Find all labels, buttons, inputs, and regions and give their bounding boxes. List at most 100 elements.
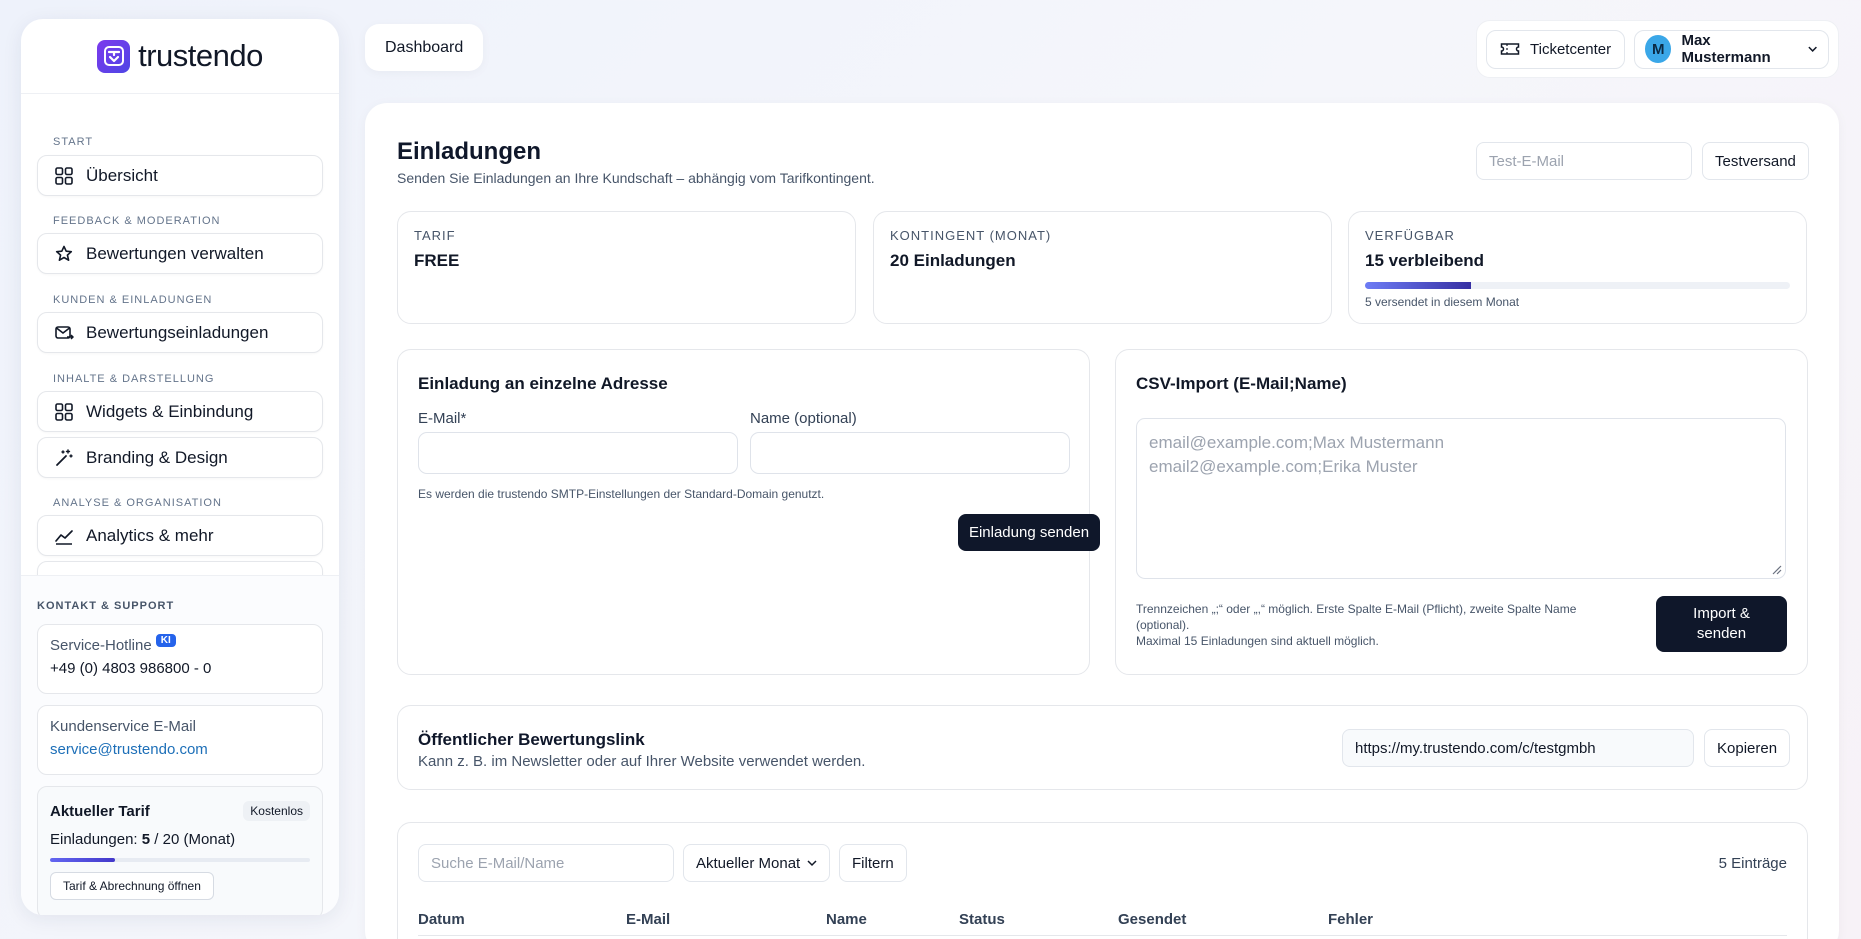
chevron-down-icon	[1808, 46, 1817, 52]
page-title: Einladungen	[397, 138, 541, 165]
email-card: Kundenservice E-Mail service@trustendo.c…	[37, 705, 323, 775]
user-name: Max Mustermann	[1681, 32, 1771, 66]
ki-badge: KI	[155, 634, 176, 647]
hotline-label: Service-Hotline	[50, 637, 152, 654]
entries-count: 5 Einträge	[1718, 855, 1787, 872]
sidebar-item-widgets[interactable]: Widgets & Einbindung	[37, 391, 323, 432]
stat-verfuegbar: Verfügbar 15 verbleibend 5 versendet in …	[1348, 211, 1807, 324]
stat-tarif: Tarif FREE	[397, 211, 856, 324]
column-header-name[interactable]: Name	[826, 911, 867, 928]
hotline-card: Service-Hotline KI +49 (0) 4803 986800 -…	[37, 624, 323, 694]
contact-support: Kontakt & Support Service-Hotline KI +49…	[21, 575, 339, 915]
sidebar-item-analytics[interactable]: Analytics & mehr	[37, 515, 323, 556]
column-header-datum[interactable]: Datum	[418, 911, 465, 928]
contact-title: Kontakt & Support	[37, 600, 175, 612]
ticketcenter-button[interactable]: Ticketcenter	[1486, 29, 1626, 69]
csv-import-title: CSV-Import (E-Mail;Name)	[1136, 374, 1347, 393]
sidebar-item-branding[interactable]: Branding & Design	[37, 437, 323, 478]
chevron-down-icon	[807, 859, 817, 866]
search-input[interactable]: Suche E-Mail/Name	[418, 844, 674, 882]
nav-section-title: Start	[53, 136, 94, 148]
chart-line-icon	[55, 529, 73, 545]
nav-section-title: Analyse & Organisation	[53, 497, 222, 509]
single-invite-card: Einladung an einzelne Adresse E-Mail* Na…	[397, 349, 1100, 675]
sidebar-item-label: Bewertungen verwalten	[86, 243, 264, 263]
test-send-button[interactable]: Testversand	[1702, 142, 1809, 180]
page-subtitle: Senden Sie Einladungen an Ihre Kundschaf…	[397, 170, 875, 186]
name-field[interactable]	[750, 432, 1070, 474]
public-link-card: Öffentlicher Bewertungslink Kann z. B. i…	[397, 705, 1808, 790]
public-link-title: Öffentlicher Bewertungslink	[418, 730, 645, 749]
support-email-link[interactable]: service@trustendo.com	[50, 741, 310, 758]
name-label: Name (optional)	[750, 410, 857, 427]
open-billing-button[interactable]: Tarif & Abrechnung öffnen	[50, 872, 214, 900]
smtp-hint: Es werden die trustendo SMTP-Einstellung…	[418, 487, 825, 501]
stat-value: FREE	[414, 251, 460, 270]
logo-text: trustendo	[138, 38, 263, 73]
stat-label: Tarif	[414, 228, 456, 243]
ticketcenter-label: Ticketcenter	[1530, 40, 1612, 58]
column-header-email[interactable]: E-Mail	[626, 911, 670, 928]
sidebar-nav: Start Übersicht Feedback & Moderation Be…	[21, 95, 339, 575]
email-field[interactable]	[418, 432, 738, 474]
plan-usage-bar	[50, 858, 310, 862]
public-link-field[interactable]: https://my.trustendo.com/c/testgmbh	[1342, 729, 1694, 767]
public-link-subtitle: Kann z. B. im Newsletter oder auf Ihrer …	[418, 753, 866, 770]
csv-hint: Trennzeichen „;“ oder „,“ möglich. Erste…	[1136, 601, 1606, 649]
column-header-fehler[interactable]: Fehler	[1328, 911, 1373, 928]
plan-badge: Kostenlos	[243, 801, 310, 821]
mail-send-icon	[55, 325, 74, 340]
magic-wand-icon	[56, 448, 73, 466]
import-send-button[interactable]: Import & senden	[1656, 596, 1787, 652]
period-select[interactable]: Aktueller Monat	[683, 844, 830, 882]
sidebar-item-einladungen[interactable]: Bewertungseinladungen	[37, 312, 323, 353]
sidebar-item-label: Übersicht	[86, 165, 158, 185]
sidebar-item-more[interactable]	[37, 561, 323, 575]
test-email-input[interactable]	[1476, 142, 1692, 180]
invitations-table-card: Suche E-Mail/Name Aktueller Monat Filter…	[397, 822, 1808, 939]
sidebar-item-label: Analytics & mehr	[86, 525, 214, 545]
stat-label: Kontingent (Monat)	[890, 228, 1052, 243]
sidebar-item-label: Widgets & Einbindung	[86, 401, 254, 421]
filter-button[interactable]: Filtern	[839, 844, 907, 882]
avatar: M	[1645, 35, 1672, 63]
resize-handle-icon[interactable]	[1770, 563, 1782, 575]
column-header-status[interactable]: Status	[959, 911, 1005, 928]
stat-label: Verfügbar	[1365, 228, 1455, 243]
sidebar-item-label: Bewertungseinladungen	[86, 322, 269, 342]
csv-placeholder-line: email@example.com;Max Mustermann	[1149, 433, 1445, 452]
column-header-gesendet[interactable]: Gesendet	[1118, 911, 1186, 928]
sidebar-item-bewertungen[interactable]: Bewertungen verwalten	[37, 233, 323, 274]
stat-value: 15 verbleibend	[1365, 251, 1485, 270]
csv-hint-line: Trennzeichen „;“ oder „,“ möglich. Erste…	[1136, 602, 1577, 632]
widgets-icon	[55, 402, 73, 421]
current-plan-card: Aktueller Tarif Kostenlos Einladungen: 5…	[37, 786, 323, 915]
sidebar-item-label: Branding & Design	[86, 447, 228, 467]
tab-dashboard[interactable]: Dashboard	[365, 24, 484, 71]
nav-section-title: Inhalte & Darstellung	[53, 373, 215, 385]
csv-hint-line: Maximal 15 Einladungen sind aktuell mögl…	[1136, 634, 1379, 648]
period-value: Aktueller Monat	[696, 854, 801, 872]
logo[interactable]: trustendo	[21, 19, 339, 94]
plan-title: Aktueller Tarif	[50, 802, 150, 820]
send-invite-button[interactable]: Einladung senden	[958, 514, 1100, 551]
main-panel: Einladungen Senden Sie Einladungen an Ih…	[365, 103, 1839, 939]
email-label: Kundenservice E-Mail	[50, 718, 196, 735]
star-icon	[55, 245, 73, 261]
csv-placeholder-line: email2@example.com;Erika Muster	[1149, 457, 1418, 476]
user-menu[interactable]: M Max Mustermann	[1634, 29, 1829, 69]
sidebar-item-uebersicht[interactable]: Übersicht	[37, 155, 323, 196]
ticket-icon	[1500, 43, 1520, 55]
hotline-number[interactable]: +49 (0) 4803 986800 - 0	[50, 660, 310, 677]
stat-value: 20 Einladungen	[890, 251, 1016, 270]
csv-textarea[interactable]: email@example.com;Max Mustermann email2@…	[1136, 418, 1786, 579]
sidebar: trustendo Start Übersicht Feedback & Mod…	[21, 19, 339, 915]
plan-usage: Einladungen: 5 / 20 (Monat)	[50, 831, 236, 848]
copy-button[interactable]: Kopieren	[1704, 729, 1791, 767]
quota-progress-bar	[1365, 282, 1790, 289]
single-invite-title: Einladung an einzelne Adresse	[418, 374, 668, 393]
nav-section-title: Kunden & Einladungen	[53, 294, 213, 306]
top-right-actions: Ticketcenter M Max Mustermann	[1476, 20, 1839, 78]
trustendo-logo-icon	[97, 39, 131, 73]
email-label: E-Mail*	[418, 410, 467, 427]
